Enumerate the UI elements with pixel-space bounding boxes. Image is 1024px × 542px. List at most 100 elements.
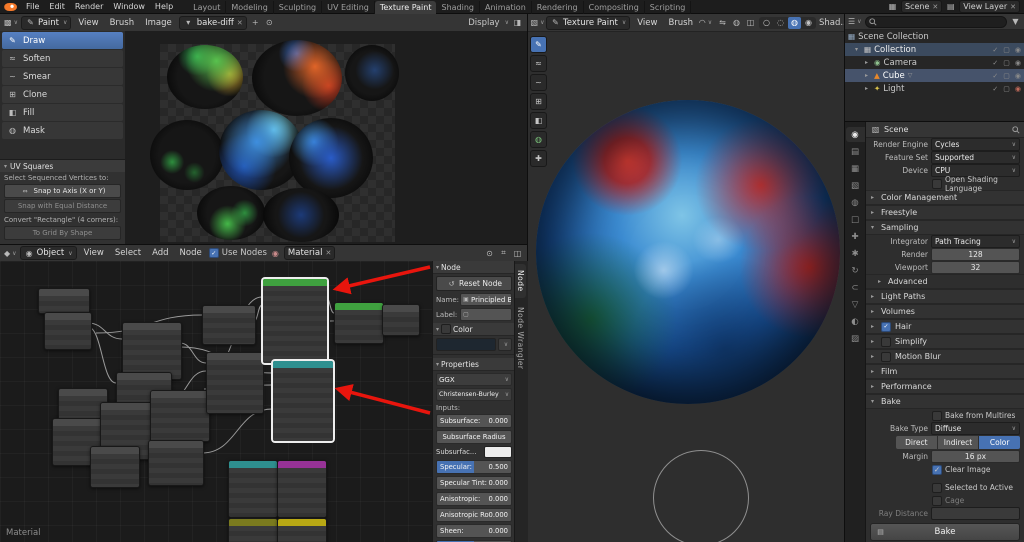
- shader-type-selector[interactable]: ◉ Object ∨: [19, 246, 77, 260]
- tab-modifiers[interactable]: ✚: [846, 229, 865, 244]
- tool-draw[interactable]: ✎: [530, 36, 547, 53]
- shader-node[interactable]: [206, 352, 264, 414]
- shader-input-slider[interactable]: Subsurfac...: [436, 446, 512, 458]
- shader-input-slider[interactable]: Anisotropic: 0.000: [436, 492, 512, 506]
- shader-input-slider[interactable]: Specular Tint: 0.000: [436, 476, 512, 490]
- feature-set-dropdown[interactable]: Supported ∨: [931, 151, 1020, 164]
- search-icon[interactable]: [1012, 125, 1020, 134]
- shader-input-slider[interactable]: Subsurface: 0.000: [436, 414, 512, 428]
- mode-selector[interactable]: ✎ Texture Paint ∨: [546, 15, 631, 30]
- shader-node[interactable]: [150, 390, 210, 442]
- tool-fill[interactable]: ◧ Fill: [2, 104, 123, 121]
- workspace-tab-modeling[interactable]: Modeling: [226, 0, 274, 14]
- tab-output[interactable]: ▤: [846, 144, 865, 159]
- tool-clone[interactable]: ⊞: [530, 93, 547, 110]
- tool-fill[interactable]: ◧: [530, 112, 547, 129]
- tab-render[interactable]: ◉: [845, 127, 865, 142]
- menu-add[interactable]: Add: [148, 248, 172, 258]
- checkbox-icon[interactable]: ✓: [992, 59, 998, 67]
- bake-type-dropdown[interactable]: Diffuse ∨: [931, 422, 1020, 435]
- tool-smear[interactable]: ~: [530, 74, 547, 91]
- panel-light-paths[interactable]: ▸ Light Paths: [866, 289, 1024, 304]
- checkbox-icon[interactable]: ✓: [992, 46, 998, 54]
- hair-checkbox[interactable]: ✓: [881, 321, 891, 332]
- contribution-indirect-button[interactable]: Indirect: [937, 436, 979, 449]
- mirror-icon[interactable]: ⇋: [717, 17, 728, 28]
- shader-node[interactable]: [277, 518, 327, 542]
- tab-texture[interactable]: ▨: [846, 331, 865, 346]
- shader-node[interactable]: [202, 305, 256, 345]
- color-checkbox[interactable]: [441, 324, 452, 334]
- tab-object-data[interactable]: ▽: [846, 297, 865, 312]
- tab-physics[interactable]: ↻: [846, 263, 865, 278]
- expand-triangle-icon[interactable]: ▸: [865, 59, 871, 66]
- menu-view[interactable]: View: [74, 18, 102, 28]
- xray-icon[interactable]: ◫: [745, 17, 756, 28]
- contribution-direct-button[interactable]: Direct: [896, 436, 937, 449]
- selected-to-active-checkbox[interactable]: [932, 482, 942, 493]
- tab-scene[interactable]: ▧: [846, 178, 865, 193]
- outliner-row-light[interactable]: ▸ ✦ Light ✓ ▢ ◉: [845, 82, 1024, 95]
- workspace-tab-layout[interactable]: Layout: [188, 0, 227, 14]
- tab-view-layer[interactable]: ▦: [846, 161, 865, 176]
- shader-node[interactable]: [382, 304, 420, 336]
- snap-icon[interactable]: ⌗: [498, 248, 509, 259]
- tool-soften[interactable]: ≈ Soften: [2, 50, 123, 67]
- use-nodes-checkbox[interactable]: ✓: [208, 248, 219, 258]
- overlays-icon[interactable]: ◍: [731, 17, 742, 28]
- tool-soften[interactable]: ≈: [530, 55, 547, 72]
- image-canvas[interactable]: [125, 31, 527, 244]
- node-name-field[interactable]: ▣ Principled BS...: [460, 293, 512, 306]
- render-samples-field[interactable]: 128: [931, 248, 1020, 261]
- menu-image[interactable]: Image: [141, 18, 176, 28]
- shader-input-slider[interactable]: Subsurface Radius: [436, 430, 512, 444]
- textured-sphere-object[interactable]: [536, 100, 840, 404]
- render-engine-dropdown[interactable]: Cycles ∨: [931, 138, 1020, 151]
- display-popover[interactable]: Display: [468, 18, 499, 28]
- checkbox-icon[interactable]: ✓: [992, 85, 998, 93]
- shader-node[interactable]: [148, 440, 204, 486]
- camera-toggle-icon[interactable]: ◉: [1015, 85, 1021, 93]
- panel-hair[interactable]: ▸ ✓ Hair: [866, 319, 1024, 334]
- shader-node[interactable]: [228, 460, 278, 518]
- color-panel-header[interactable]: ▾ Color: [433, 323, 515, 336]
- expand-triangle-icon[interactable]: ▸: [865, 72, 871, 79]
- workspace-tab-shading[interactable]: Shading: [436, 0, 480, 14]
- shading-rendered-icon[interactable]: ◉: [802, 17, 815, 29]
- bake-button[interactable]: ▤ Bake: [870, 523, 1020, 541]
- scene-selector[interactable]: Scene ✕: [901, 0, 943, 13]
- clear-image-checkbox[interactable]: ✓: [932, 464, 942, 475]
- tab-constraints[interactable]: ⊂: [846, 280, 865, 295]
- editor-type-icon[interactable]: ▧ ∨: [531, 17, 545, 28]
- node-color-swatch[interactable]: [436, 338, 496, 351]
- panel-performance[interactable]: ▸ Performance: [866, 379, 1024, 394]
- unlink-material-icon[interactable]: ✕: [325, 249, 331, 257]
- menu-select[interactable]: Select: [111, 248, 145, 258]
- panel-sampling[interactable]: ▾ Sampling: [866, 220, 1024, 235]
- image-datablock[interactable]: ▾ bake-diff ✕: [178, 15, 247, 30]
- ray-distance-field[interactable]: [931, 507, 1020, 520]
- overlay-icon[interactable]: ◫: [512, 248, 523, 259]
- panel-volumes[interactable]: ▸ Volumes: [866, 304, 1024, 319]
- outliner-row-collection[interactable]: ▾ ▦ Collection ✓ ▢ ◉: [845, 43, 1024, 56]
- outliner-row-scene-collection[interactable]: ▦ Scene Collection: [845, 30, 1024, 43]
- menu-render[interactable]: Render: [70, 2, 108, 11]
- screen-icon[interactable]: ▢: [1003, 46, 1010, 54]
- outliner-row-camera[interactable]: ▸ ◉ Camera ✓ ▢ ◉: [845, 56, 1024, 69]
- workspace-tab-sculpting[interactable]: Sculpting: [274, 0, 323, 14]
- workspace-tab-texture-paint[interactable]: Texture Paint: [374, 0, 437, 14]
- workspace-tab-scripting[interactable]: Scripting: [645, 0, 692, 14]
- menu-brush[interactable]: Brush: [664, 18, 697, 28]
- expand-triangle-icon[interactable]: ▾: [855, 46, 861, 53]
- shading-popover[interactable]: Shad...: [819, 18, 844, 28]
- tool-mask[interactable]: ◍ Mask: [2, 122, 123, 139]
- clear-image-row[interactable]: ✓ Clear Image: [866, 463, 1024, 476]
- osl-row[interactable]: Open Shading Language: [866, 175, 1024, 193]
- menu-file[interactable]: File: [21, 2, 44, 11]
- tool-draw[interactable]: ✎ Draw: [2, 32, 123, 49]
- editor-type-icon[interactable]: ▩ ∨: [4, 17, 18, 28]
- material-datablock[interactable]: Material ✕: [283, 246, 336, 260]
- cage-row[interactable]: Cage: [866, 494, 1024, 507]
- tab-object[interactable]: □: [846, 212, 865, 227]
- workspace-tab-compositing[interactable]: Compositing: [584, 0, 645, 14]
